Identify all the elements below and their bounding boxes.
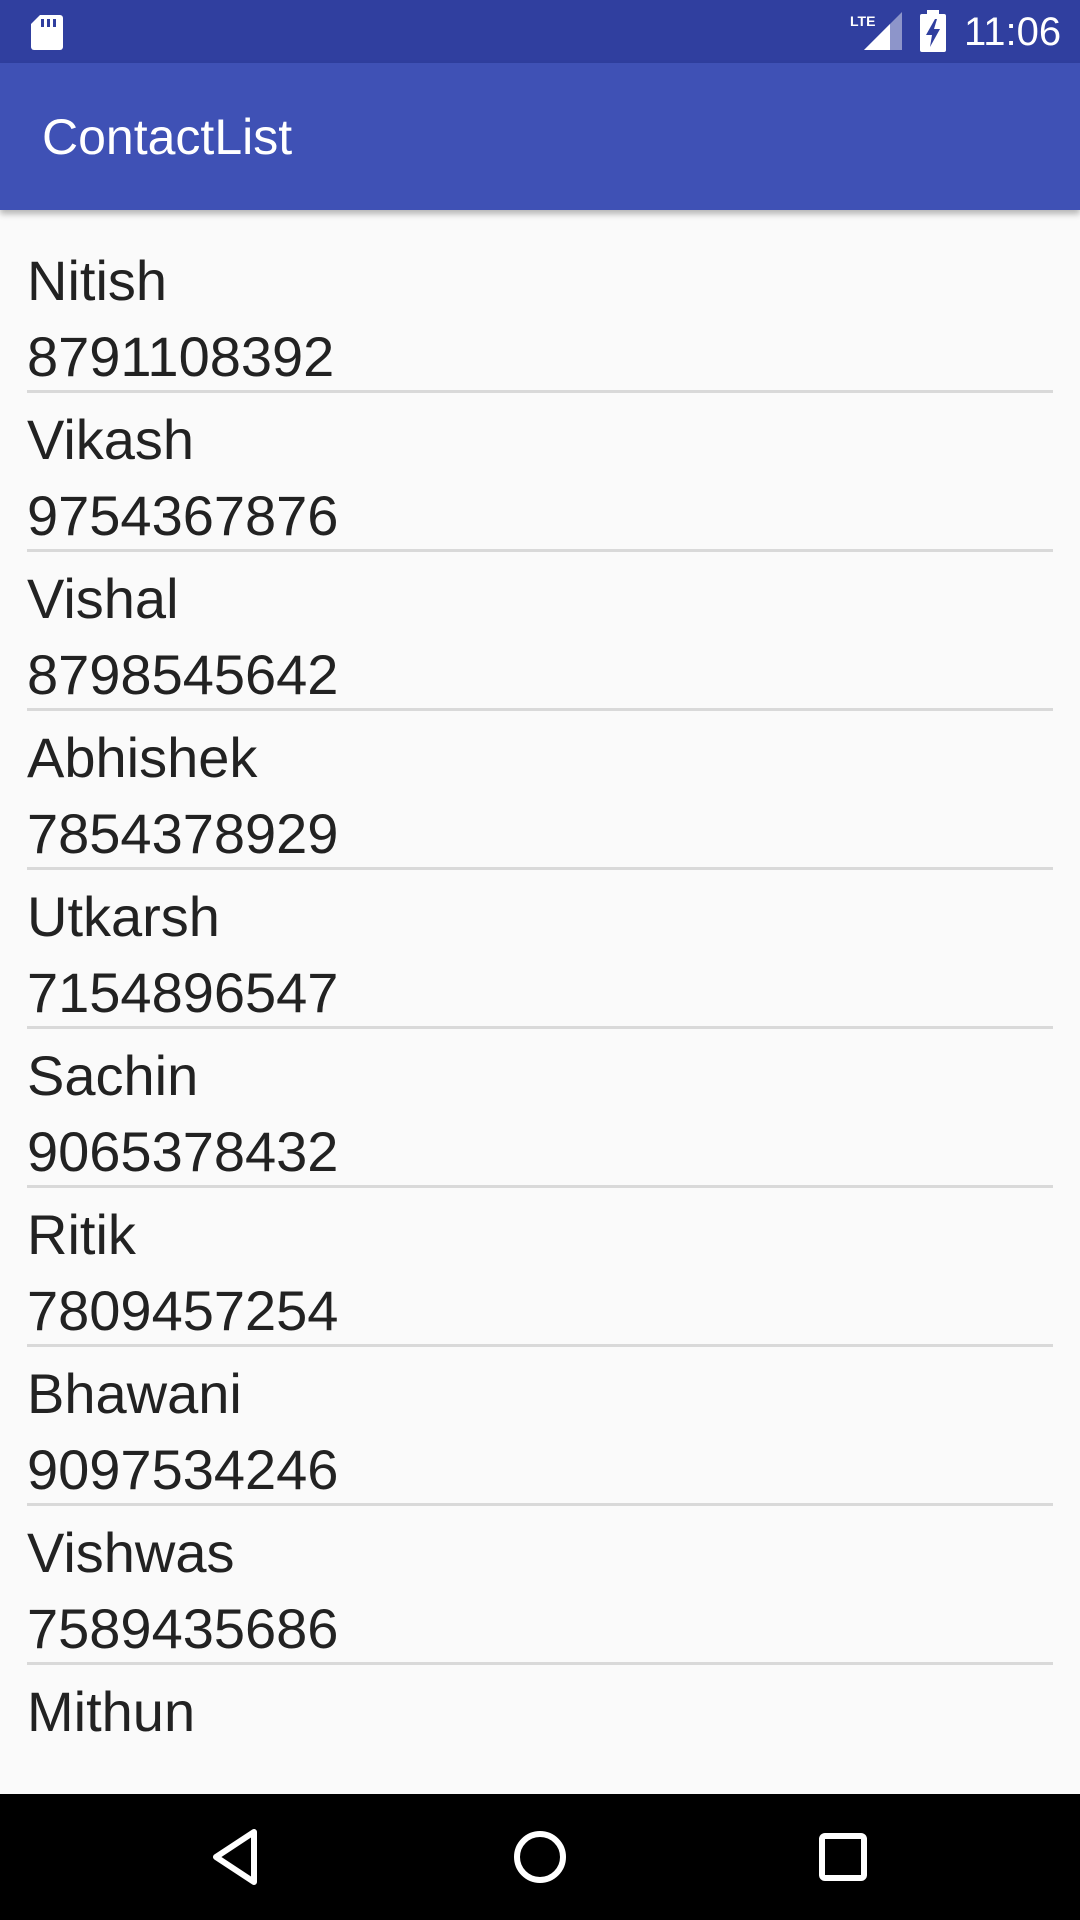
contact-name: Utkarsh — [27, 885, 220, 948]
contact-row[interactable]: Ritik 7809457254 — [27, 1188, 1053, 1347]
contact-name: Vishwas — [27, 1521, 235, 1584]
contact-name: Mithun — [27, 1680, 196, 1743]
contact-name: Vikash — [27, 408, 195, 471]
contact-row[interactable]: Vikash 9754367876 — [27, 393, 1053, 552]
contact-phone: 7589435686 — [27, 1597, 339, 1660]
contact-phone: 9097534246 — [27, 1438, 339, 1501]
contact-name: Sachin — [27, 1044, 199, 1107]
back-icon[interactable] — [204, 1824, 270, 1890]
contact-name: Abhishek — [27, 726, 258, 789]
contact-row[interactable]: Utkarsh 7154896547 — [27, 870, 1053, 1029]
contact-phone: 9065378432 — [27, 1120, 339, 1183]
contact-list[interactable]: Nitish 8791108392 Vikash 9754367876 Vish… — [0, 210, 1080, 1766]
contact-name: Vishal — [27, 567, 179, 630]
contact-row[interactable]: Nitish 8791108392 — [27, 210, 1053, 393]
contact-phone: 7854378929 — [27, 802, 339, 865]
contact-phone: 9754367876 — [27, 484, 339, 547]
contact-phone: 7809457254 — [27, 1279, 339, 1342]
contact-phone: 8791108392 — [27, 325, 335, 388]
contact-row[interactable]: Vishwas 7589435686 — [27, 1506, 1053, 1665]
contact-row[interactable]: Vishal 8798545642 — [27, 552, 1053, 711]
contact-phone: 8798545642 — [27, 643, 339, 706]
status-clock: 11:06 — [964, 10, 1062, 54]
status-bar: LTE 11:06 — [0, 0, 1080, 63]
contact-row[interactable]: Sachin 9065378432 — [27, 1029, 1053, 1188]
home-icon[interactable] — [507, 1824, 573, 1890]
network-type-label: LTE — [850, 13, 875, 29]
contact-row[interactable]: Abhishek 7854378929 — [27, 711, 1053, 870]
recents-icon[interactable] — [810, 1824, 876, 1890]
contact-name: Bhawani — [27, 1362, 242, 1425]
app-bar: ContactList — [0, 63, 1080, 210]
contact-row[interactable]: Bhawani 9097534246 — [27, 1347, 1053, 1506]
battery-charging-icon — [920, 10, 946, 52]
contact-name: Nitish — [27, 249, 168, 312]
navigation-bar — [0, 1794, 1080, 1920]
sd-card-icon — [31, 15, 63, 50]
contact-row[interactable]: Mithun — [27, 1665, 1053, 1766]
contact-phone: 7154896547 — [27, 961, 339, 1024]
lte-signal-icon: LTE — [850, 12, 902, 50]
contact-name: Ritik — [27, 1203, 136, 1266]
app-title: ContactList — [42, 109, 293, 165]
